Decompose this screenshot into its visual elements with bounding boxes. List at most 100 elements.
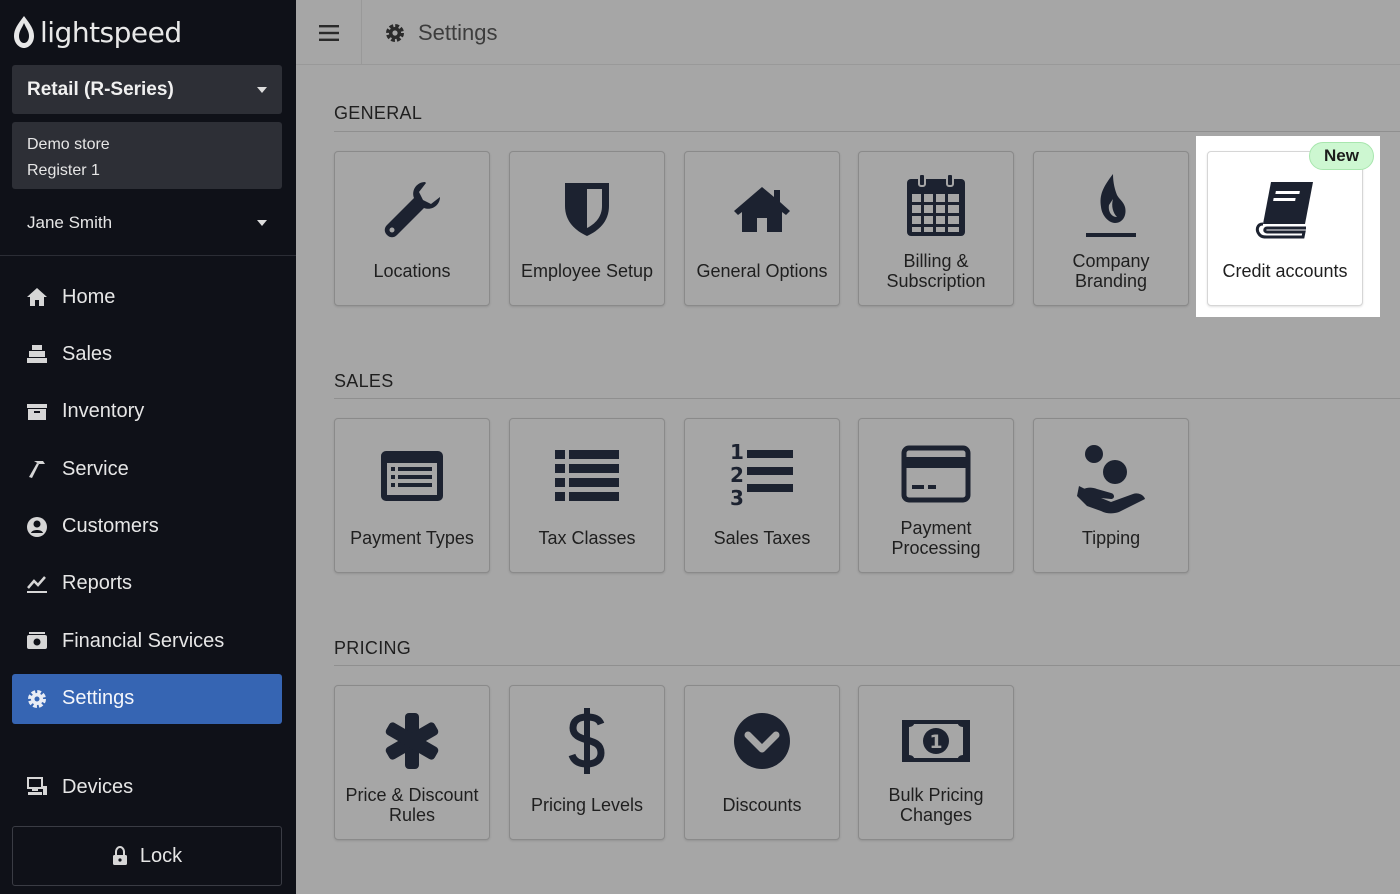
top-bar: Settings: [296, 0, 1400, 65]
tile-tipping[interactable]: Tipping: [1033, 418, 1189, 573]
section-title-pricing: PRICING: [334, 638, 412, 658]
product-selector-label: Retail (R-Series): [27, 78, 174, 100]
user-name: Jane Smith: [27, 213, 113, 232]
page-title-text: Settings: [418, 19, 498, 45]
sidebar: lightspeed Retail (R-Series) Demo store …: [0, 0, 296, 894]
tile-billing-subscription[interactable]: Billing & Subscription: [858, 151, 1014, 306]
tile-label: Sales Taxes: [713, 528, 811, 548]
tile-general-options[interactable]: General Options: [684, 151, 840, 306]
tile-label: Tax Classes: [538, 528, 636, 548]
tile-label: Billing & Subscription: [886, 251, 986, 291]
tile-label: Pricing Levels: [530, 795, 644, 815]
sidebar-item-financial-services[interactable]: Financial Services: [12, 616, 282, 666]
sidebar-item-home[interactable]: Home: [12, 272, 282, 322]
tile-label: Payment Types: [350, 528, 474, 548]
book-icon: [1208, 174, 1362, 244]
chevron-down-icon: [257, 220, 267, 226]
tile-label: Employee Setup: [520, 261, 654, 281]
sidebar-item-customers[interactable]: Customers: [12, 502, 282, 552]
product-selector[interactable]: Retail (R-Series): [12, 65, 282, 114]
sidebar-item-label: Settings: [62, 687, 135, 710]
sidebar-item-service[interactable]: Service: [12, 444, 282, 494]
chevron-circle-icon: [685, 706, 839, 776]
ordered-list-icon: 123: [685, 439, 839, 509]
page-title: Settings: [384, 0, 498, 65]
sidebar-item-label: Reports: [62, 572, 133, 595]
svg-text:1: 1: [730, 440, 744, 464]
hamburger-icon: [318, 24, 339, 41]
tile-credit-accounts[interactable]: Credit accounts New: [1207, 142, 1374, 306]
tile-employee-setup[interactable]: Employee Setup: [509, 151, 665, 306]
sidebar-item-sales[interactable]: Sales: [12, 329, 282, 379]
brand-logo[interactable]: lightspeed: [12, 14, 182, 50]
store-register-box[interactable]: Demo store Register 1: [12, 122, 282, 189]
chart-icon: [26, 573, 48, 595]
section-divider: [334, 398, 1400, 399]
tile-label: Discounts: [722, 795, 802, 815]
tile-label: Locations: [373, 261, 451, 281]
lock-icon: [112, 846, 127, 865]
svg-text:1: 1: [929, 731, 942, 753]
store-name: Demo store: [27, 136, 110, 153]
tile-price-discount-rules[interactable]: Price & Discount Rules: [334, 685, 490, 840]
hand-coins-icon: [1034, 443, 1188, 514]
tile-sales-taxes[interactable]: 123 Sales Taxes: [684, 418, 840, 573]
inventory-icon: [26, 401, 48, 423]
sidebar-item-label: Home: [62, 285, 116, 308]
asterisk-icon: [335, 706, 489, 776]
main-nav: Home Sales Inventory Service Customers R…: [12, 272, 282, 731]
gear-icon: [26, 688, 48, 710]
flame-icon: [1034, 170, 1188, 240]
dollar-icon: [510, 706, 664, 776]
tile-label: General Options: [696, 261, 828, 281]
chevron-down-icon: [257, 86, 267, 93]
sidebar-item-devices[interactable]: Devices: [12, 762, 282, 812]
tile-label: Company Branding: [1072, 251, 1150, 291]
tile-label: Tipping: [1081, 528, 1141, 548]
sidebar-item-inventory[interactable]: Inventory: [12, 387, 282, 437]
list-icon: [510, 441, 664, 511]
tile-payment-types[interactable]: Payment Types: [334, 418, 490, 573]
tile-label: Bulk Pricing Changes: [888, 785, 984, 825]
house-icon: [685, 174, 839, 244]
devices-label: Devices: [62, 775, 134, 798]
tile-label: Payment Processing: [891, 518, 981, 558]
sidebar-item-reports[interactable]: Reports: [12, 559, 282, 609]
tile-locations[interactable]: Locations: [334, 151, 490, 306]
credit-card-icon: [859, 439, 1013, 509]
menu-toggle-button[interactable]: [296, 0, 362, 65]
brand-name: lightspeed: [40, 15, 182, 49]
shield-icon: [510, 174, 664, 244]
list-card-icon: [335, 441, 489, 511]
tile-company-branding[interactable]: Company Branding: [1033, 151, 1189, 306]
hammer-icon: [26, 458, 48, 480]
gear-icon: [386, 23, 404, 42]
tile-pricing-levels[interactable]: Pricing Levels: [509, 685, 665, 840]
tile-label: Credit accounts: [1222, 261, 1348, 281]
svg-text:2: 2: [730, 463, 744, 487]
flame-logo-icon: [14, 16, 34, 48]
tile-label: Price & Discount Rules: [345, 785, 479, 825]
section-title-sales: SALES: [334, 371, 394, 391]
tile-discounts[interactable]: Discounts: [684, 685, 840, 840]
customer-icon: [26, 516, 48, 538]
lock-button[interactable]: Lock: [12, 826, 282, 886]
section-divider: [334, 665, 1400, 666]
register-name: Register 1: [27, 162, 100, 179]
svg-text:3: 3: [730, 486, 744, 508]
home-icon: [26, 286, 48, 308]
tile-bulk-pricing-changes[interactable]: 1 Bulk Pricing Changes: [858, 685, 1014, 840]
tile-tax-classes[interactable]: Tax Classes: [509, 418, 665, 573]
tile-payment-processing[interactable]: Payment Processing: [858, 418, 1014, 573]
sidebar-item-label: Customers: [62, 515, 159, 538]
sidebar-item-settings[interactable]: Settings: [12, 673, 282, 724]
user-menu[interactable]: Jane Smith: [12, 205, 282, 241]
section-title-general: GENERAL: [334, 103, 423, 123]
sidebar-item-label: Service: [62, 457, 129, 480]
register-icon: [26, 343, 48, 365]
calendar-icon: [859, 170, 1013, 240]
wrench-icon: [335, 174, 489, 244]
sidebar-item-label: Financial Services: [62, 629, 225, 652]
sidebar-divider: [0, 255, 296, 256]
section-divider: [334, 131, 1400, 132]
